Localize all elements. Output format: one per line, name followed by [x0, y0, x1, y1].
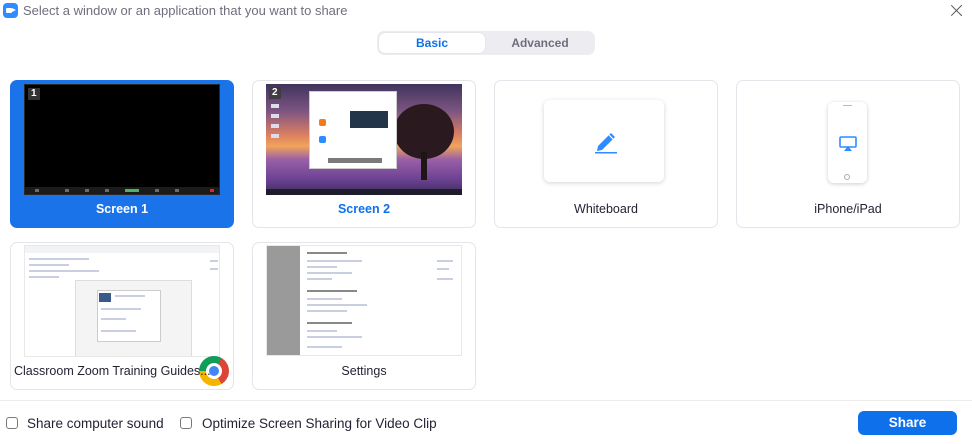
chrome-window-thumbnail	[24, 245, 220, 357]
share-item-label: Screen 1	[95, 202, 149, 216]
share-item-label: Whiteboard	[574, 202, 638, 216]
screen-2-thumbnail: 2	[266, 84, 462, 195]
settings-window-thumbnail	[266, 245, 462, 356]
share-item-whiteboard[interactable]: Whiteboard	[494, 80, 718, 228]
share-item-settings[interactable]: Settings	[252, 242, 476, 390]
share-item-label: Settings	[341, 364, 387, 378]
title-bar: Select a window or an application that y…	[0, 0, 972, 22]
screen-1-thumbnail: 1	[24, 84, 220, 195]
whiteboard-preview	[544, 100, 664, 182]
pencil-icon	[595, 133, 617, 154]
optimize-video-checkbox[interactable]	[180, 417, 192, 429]
share-item-label: Classroom Zoom Training Guides...	[14, 364, 211, 378]
airplay-icon	[839, 136, 857, 151]
footer-divider	[0, 400, 972, 401]
zoom-app-icon	[3, 3, 18, 18]
share-item-label: iPhone/iPad	[814, 202, 882, 216]
share-button[interactable]: Share	[858, 411, 957, 435]
share-item-screen-1[interactable]: 1 Screen 1	[10, 80, 234, 228]
tab-basic[interactable]: Basic	[379, 33, 485, 53]
share-item-iphone-ipad[interactable]: iPhone/iPad	[736, 80, 960, 228]
phone-preview	[828, 102, 867, 183]
tab-advanced[interactable]: Advanced	[487, 33, 593, 53]
share-item-label: Screen 2	[337, 202, 391, 216]
share-sound-label: Share computer sound	[27, 416, 164, 431]
share-item-screen-2[interactable]: 2 Screen 2	[252, 80, 476, 228]
optimize-video-label: Optimize Screen Sharing for Video Clip	[202, 416, 437, 431]
screen-number-badge: 1	[28, 88, 40, 100]
close-icon[interactable]	[946, 0, 968, 22]
tab-switcher: Basic Advanced	[377, 31, 595, 55]
window-title: Select a window or an application that y…	[23, 3, 348, 18]
screen-number-badge: 2	[269, 87, 281, 99]
share-item-chrome-window[interactable]: Classroom Zoom Training Guides...	[10, 242, 234, 390]
share-sound-checkbox[interactable]	[6, 417, 18, 429]
